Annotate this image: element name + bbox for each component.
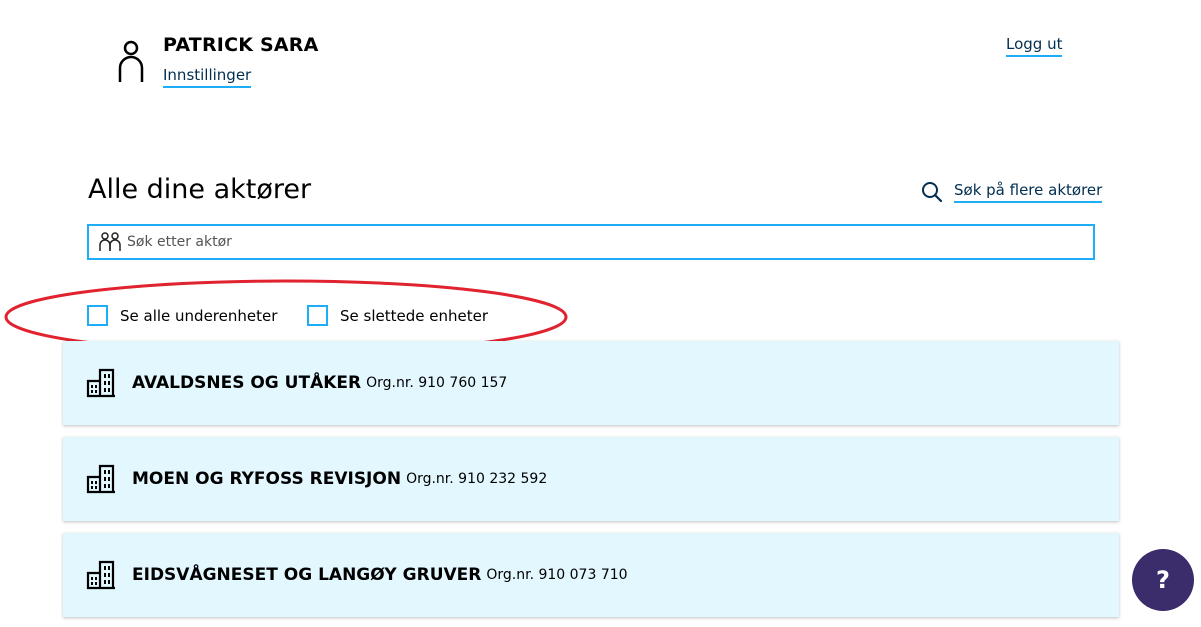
user-name: PATRICK SARA bbox=[163, 34, 319, 56]
search-icon[interactable] bbox=[921, 181, 943, 203]
help-button[interactable]: ? bbox=[1132, 549, 1194, 611]
actor-name: MOEN OG RYFOSS REVISJON bbox=[132, 469, 402, 489]
building-icon bbox=[86, 368, 115, 398]
actor-name: EIDSVÅGNESET OG LANGØY GRUVER bbox=[132, 565, 482, 585]
building-icon bbox=[86, 464, 115, 494]
settings-link[interactable]: Innstillinger bbox=[163, 66, 252, 88]
actor-name: AVALDSNES OG UTÅKER bbox=[132, 373, 362, 393]
org-number: Org.nr. 910 232 592 bbox=[406, 471, 548, 487]
org-number: Org.nr. 910 760 157 bbox=[366, 375, 508, 391]
actor-search-input[interactable] bbox=[127, 226, 1077, 258]
building-icon bbox=[86, 560, 115, 590]
search-more-actors-link[interactable]: Søk på flere aktører bbox=[954, 181, 1103, 203]
person-icon bbox=[118, 40, 144, 82]
actor-card[interactable]: EIDSVÅGNESET OG LANGØY GRUVER Org.nr. 91… bbox=[63, 533, 1119, 617]
logout-link[interactable]: Logg ut bbox=[1006, 35, 1063, 57]
page-title: Alle dine aktører bbox=[88, 174, 312, 205]
people-icon bbox=[99, 232, 121, 251]
actor-card[interactable]: MOEN OG RYFOSS REVISJON Org.nr. 910 232 … bbox=[63, 437, 1119, 521]
actor-search-field[interactable] bbox=[87, 224, 1095, 260]
org-number: Org.nr. 910 073 710 bbox=[486, 567, 628, 583]
actor-card[interactable]: AVALDSNES OG UTÅKER Org.nr. 910 760 157 bbox=[63, 341, 1119, 425]
